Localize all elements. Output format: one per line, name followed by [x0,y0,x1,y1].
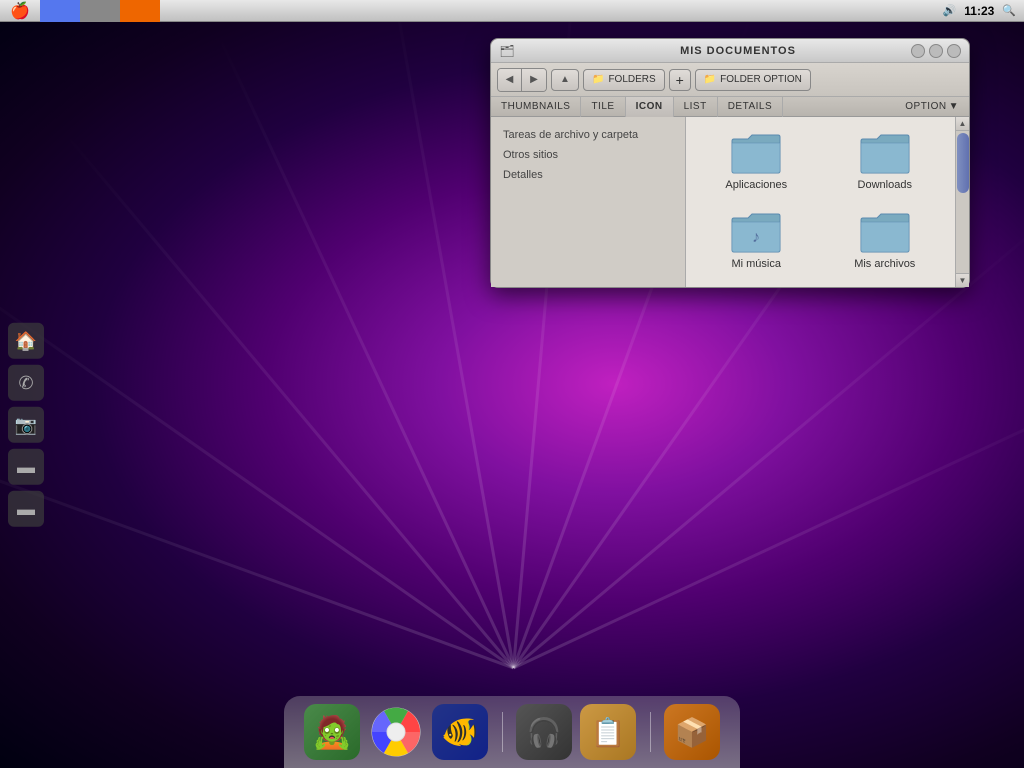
menubar-right: 🔊 11:23 🔍 [943,4,1024,18]
dock-separator-line [502,712,503,752]
menubar-block-gray[interactable] [80,0,120,22]
volume-icon[interactable]: 🔊 [943,4,957,17]
up-button[interactable]: ▲ [551,69,579,91]
left-dock-home[interactable]: 🏠 [8,323,44,359]
headphone-app-icon[interactable]: 🎧 [516,704,572,760]
file-label-aplicaciones: Aplicaciones [725,179,787,191]
sidebar-other-sites[interactable]: Otros sitios [491,145,685,165]
file-item-aplicaciones[interactable]: Aplicaciones [696,127,817,198]
svg-text:♪: ♪ [752,229,760,246]
apple-menu-icon[interactable]: 🍎 [0,1,40,21]
fan-ray-10 [513,371,1024,670]
folder-icon-mi-musica: ♪ [730,210,782,254]
tab-tile[interactable]: TILE [581,97,625,117]
window-maximize-btn[interactable] [947,44,961,58]
window-minimize-btn[interactable] [929,44,943,58]
file-label-mi-musica: Mi música [731,258,781,270]
window-titlebar: 🗂 Mis documentos [491,39,969,63]
file-item-downloads[interactable]: Downloads [825,127,946,198]
file-label-mis-archivos: Mis archivos [854,258,915,270]
dock-item-chrome[interactable] [368,704,424,760]
left-dock-camera[interactable]: 📷 [8,407,44,443]
dock-item-box[interactable]: 📦 [664,704,720,760]
search-menubar-icon[interactable]: 🔍 [1002,4,1016,17]
back-button[interactable]: ◀ [498,69,522,91]
tab-thumbnails[interactable]: THUMBNAILS [491,97,581,117]
dock-item-fish[interactable]: 🐠 [432,704,488,760]
dock-item-robot[interactable]: 📋 [580,704,636,760]
left-dock-file[interactable]: ▬ [8,491,44,527]
zombie-app-icon[interactable]: 🧟 [304,704,360,760]
window-close-btn[interactable] [911,44,925,58]
left-dock-phone[interactable]: ✆ [8,365,44,401]
scrollbar-thumb[interactable] [957,133,969,193]
folder-icon-downloads [859,131,911,175]
file-label-downloads: Downloads [858,179,912,191]
dock-separator-line-2 [650,712,651,752]
scrollbar-down-btn[interactable]: ▼ [956,273,970,287]
folder-icon-aplicaciones [730,131,782,175]
folder-icon-mis-archivos [859,210,911,254]
nav-buttons: ◀ ▶ [497,68,547,92]
chrome-app-icon[interactable] [368,704,424,760]
dock-item-zombie[interactable]: 🧟 [304,704,360,760]
folder-option-icon: 📁 [704,74,716,85]
dock-separator-2 [644,704,656,760]
window-toolbar: ◀ ▶ ▲ 📁 FOLDERS + 📁 FOLDER OPTION [491,63,969,97]
fan-ray-1 [0,427,514,669]
menubar: 🍎 🔊 11:23 🔍 [0,0,1024,22]
window-controls [911,44,961,58]
dock-separator [496,704,508,760]
file-item-mi-musica[interactable]: ♪ Mi música [696,206,817,277]
file-item-mis-archivos[interactable]: Mis archivos [825,206,946,277]
fan-ray-3 [62,131,514,669]
tab-list[interactable]: LIST [674,97,718,117]
sidebar-file-tasks[interactable]: Tareas de archivo y carpeta [491,125,685,145]
add-button[interactable]: + [669,69,691,91]
window-sidebar: Tareas de archivo y carpeta Otros sitios… [491,117,686,287]
scrollbar-up-btn[interactable]: ▲ [956,117,970,131]
sidebar-details[interactable]: Detalles [491,165,685,185]
view-tabs: THUMBNAILS TILE ICON LIST DETAILS OPTION… [491,97,969,117]
scrollbar: ▲ ▼ [955,117,969,287]
left-dock-folder[interactable]: ▬ [8,449,44,485]
folders-button[interactable]: 📁 FOLDERS [583,69,665,91]
fan-ray-4 [216,33,515,669]
folders-icon: 📁 [592,74,604,85]
window-app-icon: 🗂 [499,43,515,59]
window-title: Mis documentos [515,45,961,57]
fan-ray-2 [0,265,514,669]
box-app-icon[interactable]: 📦 [664,704,720,760]
clock-display: 11:23 [964,4,994,18]
menubar-colorblocks [40,0,160,22]
scrollbar-track[interactable] [956,131,970,273]
files-grid: Aplicaciones Downloads [686,117,955,287]
robot-app-icon[interactable]: 📋 [580,704,636,760]
dock-item-headphone[interactable]: 🎧 [516,704,572,760]
menubar-block-blue[interactable] [40,0,80,22]
bottom-dock: 🧟 🐠 🎧 📋 [284,696,740,768]
tab-option[interactable]: OPTION ▼ [895,97,969,117]
folder-option-button[interactable]: 📁 FOLDER OPTION [695,69,811,91]
left-dock: 🏠 ✆ 📷 ▬ ▬ [8,323,44,527]
tab-details[interactable]: DETAILS [718,97,783,117]
menubar-block-orange[interactable] [120,0,160,22]
fish-app-icon[interactable]: 🐠 [432,704,488,760]
file-manager-window: 🗂 Mis documentos ◀ ▶ ▲ 📁 FOLDERS + 📁 FOL… [490,38,970,288]
tab-icon[interactable]: ICON [626,97,674,117]
window-content: Tareas de archivo y carpeta Otros sitios… [491,117,969,287]
forward-button[interactable]: ▶ [522,69,546,91]
